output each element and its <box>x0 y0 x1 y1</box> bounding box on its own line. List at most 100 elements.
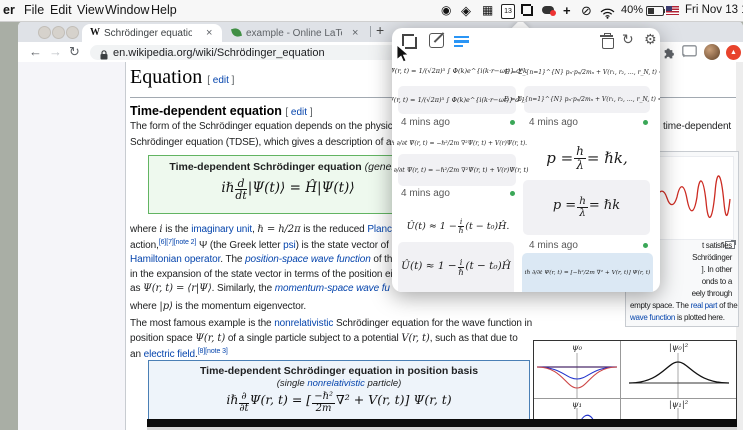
compose-icon[interactable] <box>429 33 444 48</box>
text: of the <box>717 301 737 310</box>
back-button[interactable]: ← <box>29 44 42 59</box>
math-inline: ℏ = h/2π <box>257 224 300 235</box>
equation-text: iℏ ∂/∂t Ψ(r, t) = −ℏ²/2m ∇²Ψ(r, t) + V(r… <box>392 167 529 174</box>
do-not-disturb-icon[interactable]: ⊘ <box>581 3 592 19</box>
grid-divider <box>534 398 736 399</box>
reference-link[interactable]: [6][7][note 2] <box>159 239 197 246</box>
psi0-squared-plot <box>621 353 736 398</box>
menubar-clock[interactable]: Fri Nov 13 15:5 <box>685 4 743 16</box>
wiki-link[interactable]: nonrelativistic <box>274 318 333 329</box>
section-heading: Equation [ edit ] <box>130 66 234 89</box>
wiki-link[interactable]: momentum-space wave fu <box>275 283 390 294</box>
text: is the reduced <box>301 224 368 235</box>
flag-icon[interactable] <box>666 6 679 15</box>
close-tab-icon[interactable]: × <box>206 27 212 39</box>
edit-link[interactable]: edit <box>291 107 307 118</box>
calendar-icon[interactable]: 13 <box>501 4 515 19</box>
snip-timestamp: 4 mins ago <box>529 240 578 251</box>
gear-icon[interactable]: ⚙ <box>644 31 657 48</box>
eq-part: iℏ <box>221 180 234 196</box>
plus-menu-icon[interactable]: + <box>563 3 571 18</box>
box-title: Time-dependent Schrödinger equation (gen… <box>149 161 427 173</box>
stationary-states-figure[interactable]: ψ₀ |ψ₀|² ψ₁ |ψ₁|² <box>533 340 737 430</box>
text: is the <box>163 224 192 235</box>
zoom-window-button[interactable] <box>66 26 79 39</box>
snip-render-selected[interactable]: iℏ ∂/∂t Ψ(r, t) = [−ℏ²/2m ∇² + V(r, t)] … <box>522 253 653 292</box>
box-equation: iℏ∂∂tΨ(r, t) = [−ℏ²2m∇² + V(r, t)] Ψ(r, … <box>149 392 529 414</box>
dropbox-icon[interactable]: ◈ <box>461 3 471 19</box>
wiki-link[interactable]: electric field <box>144 349 195 360</box>
eq-part: Û(t) ≈ 1 − <box>401 260 457 272</box>
eq-den: ℏ <box>458 227 464 235</box>
snip-original[interactable]: iℏ ∂/∂t Ψ(r, t) = −ℏ²/2m ∇²Ψ(r, t) + V(r… <box>398 136 518 151</box>
snip-render[interactable]: Ψ(r, t) = 1/(√2π)³ ∫ Φ(k)e^{i(k·r−ωt)} d… <box>398 86 516 114</box>
paragraph-line: in the expansion of the state vector in … <box>130 269 398 280</box>
edit-section: [ edit ] <box>207 75 234 86</box>
record-icon[interactable]: ◉ <box>441 3 451 17</box>
minimize-window-button[interactable] <box>52 26 65 39</box>
menu-file[interactable]: File <box>24 3 44 17</box>
window-panes-icon[interactable]: ▦ <box>482 3 493 17</box>
menu-edit[interactable]: Edit <box>50 3 72 17</box>
wiki-link[interactable]: Hamiltonian operator <box>130 254 220 265</box>
trash-icon[interactable] <box>601 33 612 47</box>
tab-overleaf[interactable]: example - Online LaTeX Editor × <box>224 24 368 42</box>
wiki-link[interactable]: imaginary unit <box>191 224 252 235</box>
wiki-link[interactable]: psi <box>283 240 295 251</box>
wiki-link[interactable]: position-space wave function <box>245 254 371 265</box>
text: ) is the state vector of <box>296 240 389 251</box>
eq-den: dt <box>235 190 246 201</box>
app-menu-partial[interactable]: er <box>3 3 15 17</box>
battery-percent: 40% <box>621 4 643 16</box>
sync-icon[interactable]: ↻ <box>622 31 634 48</box>
snip-menubar-icon[interactable] <box>521 4 533 16</box>
text: . The <box>220 254 245 265</box>
snip-render[interactable]: Û(t) ≈ 1 −iℏ(t − t₀)Ĥ <box>398 242 514 292</box>
close-window-button[interactable] <box>38 26 51 39</box>
plot-label: ψ₀ <box>534 343 620 353</box>
sync-status-dot <box>643 243 648 248</box>
tab-wikipedia[interactable]: W Schrödinger equation - Wikipe × <box>82 24 222 42</box>
screen-cast-icon[interactable] <box>682 45 697 63</box>
snip-render[interactable]: iℏ ∂/∂t Ψ(r, t) = −ℏ²/2m ∇²Ψ(r, t) + V(r… <box>398 154 516 186</box>
snip-original[interactable]: E = Σ_{n=1}^{N} pₙ·pₙ/2mₙ + V(r₁, r₂, …,… <box>526 63 650 81</box>
macos-menubar: er File Edit View Window Help ◉ ◈ ▦ 13 +… <box>0 0 743 22</box>
reference-link[interactable]: [8][note 3] <box>198 348 228 355</box>
url-text: en.wikipedia.org/wiki/Schrödinger_equati… <box>113 47 325 59</box>
heading-text: Equation <box>130 66 202 88</box>
wiki-link[interactable]: real part <box>691 301 718 310</box>
profile-avatar[interactable] <box>704 44 720 60</box>
math-inline: Ψ(r, t) = ⟨r|Ψ⟩ <box>143 283 212 294</box>
close-tab-icon[interactable]: × <box>352 27 358 39</box>
math-inline: V(r, t) <box>401 333 429 344</box>
edit-link[interactable]: edit <box>213 75 229 86</box>
eq-den: ∂t <box>239 404 248 415</box>
eq-part: ∇² + V(r, t)] Ψ(r, t) <box>336 392 452 407</box>
paragraph-line: The most famous example is the nonrelati… <box>130 318 532 329</box>
plot-label: |ψ₀|² <box>621 343 736 353</box>
psi0-plot <box>534 353 620 398</box>
snip-render[interactable]: E = Σ_{n=1}^{N} pₙ·pₙ/2mₙ + V(r₁, r₂, …,… <box>524 86 650 113</box>
wifi-icon[interactable] <box>600 6 615 24</box>
text: of a single particle subject to a potent… <box>225 333 401 344</box>
text: (single <box>277 378 308 389</box>
red-extension-icon[interactable]: ▲ <box>726 45 741 60</box>
forward-button[interactable]: → <box>49 44 62 59</box>
menu-window[interactable]: Window <box>105 3 149 17</box>
reload-button[interactable]: ↻ <box>69 44 80 60</box>
cloud-app-icon[interactable] <box>542 6 554 14</box>
subsection-heading: Time-dependent equation [ edit ] <box>130 104 313 118</box>
text: position space <box>130 333 195 344</box>
snip-history-popup: ↻ ⚙ Ψ(r, t) = 1/(√2π)³ ∫ Φ(k)e^{i(k·r−ωt… <box>392 28 660 292</box>
menu-view[interactable]: View <box>77 3 104 17</box>
wiki-link[interactable]: wave function <box>630 313 675 322</box>
snip-render[interactable]: p =hλ= ℏk <box>523 180 650 235</box>
snip-original[interactable]: Û(t) ≈ 1 −iℏ(t − t₀)Ĥ. <box>398 213 518 239</box>
new-tab-button[interactable]: + <box>376 22 384 38</box>
tab-divider <box>370 26 371 37</box>
snip-original[interactable]: Ψ(r, t) = 1/(√2π)³ ∫ Φ(k)e^{i(k·r−ωt)} d… <box>398 60 518 82</box>
wiki-link[interactable]: nonrelativistic <box>307 378 365 389</box>
snip-original[interactable]: p =hλ= ℏk, <box>524 139 650 177</box>
paragraph-line: where i is the imaginary unit, ℏ = h/2π … <box>130 224 404 235</box>
menu-help[interactable]: Help <box>151 3 177 17</box>
